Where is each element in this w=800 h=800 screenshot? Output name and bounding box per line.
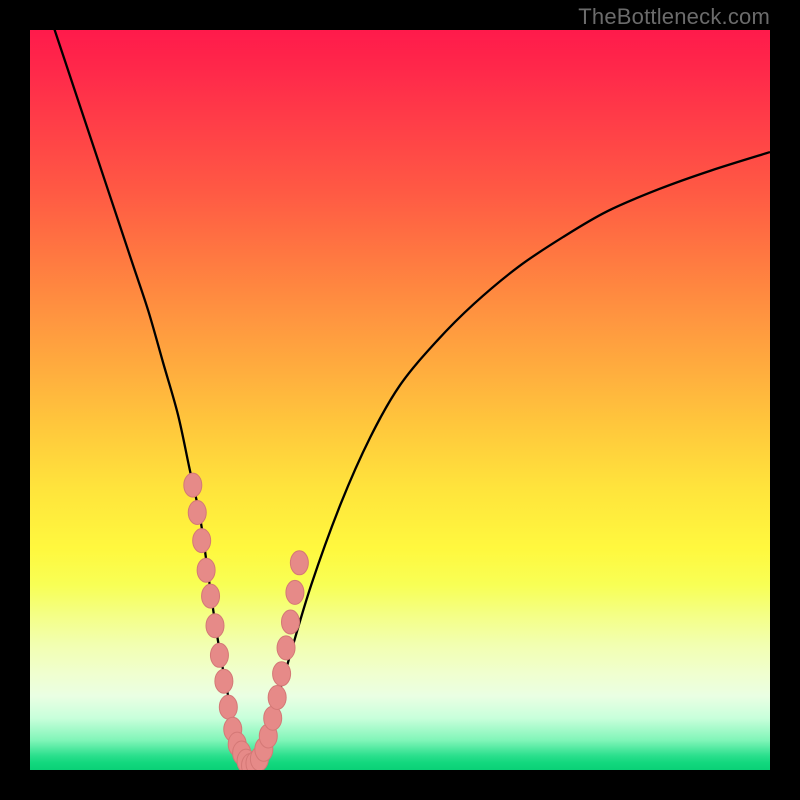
curve-marker bbox=[219, 695, 237, 719]
curve-marker bbox=[206, 614, 224, 638]
chart-frame: TheBottleneck.com bbox=[0, 0, 800, 800]
curve-layer bbox=[30, 30, 770, 770]
curve-marker bbox=[273, 662, 291, 686]
curve-marker bbox=[281, 610, 299, 634]
plot-area bbox=[30, 30, 770, 770]
watermark-text: TheBottleneck.com bbox=[578, 4, 770, 30]
curve-marker bbox=[215, 669, 233, 693]
curve-marker bbox=[264, 706, 282, 730]
curve-marker bbox=[286, 580, 304, 604]
curve-marker bbox=[188, 500, 206, 524]
curve-marker bbox=[193, 529, 211, 553]
curve-marker bbox=[290, 551, 308, 575]
curve-marker bbox=[202, 584, 220, 608]
marker-group bbox=[184, 473, 309, 770]
curve-marker bbox=[268, 685, 286, 709]
bottleneck-curve bbox=[52, 30, 770, 766]
curve-marker bbox=[184, 473, 202, 497]
curve-marker bbox=[277, 636, 295, 660]
curve-marker bbox=[210, 643, 228, 667]
curve-marker bbox=[197, 558, 215, 582]
